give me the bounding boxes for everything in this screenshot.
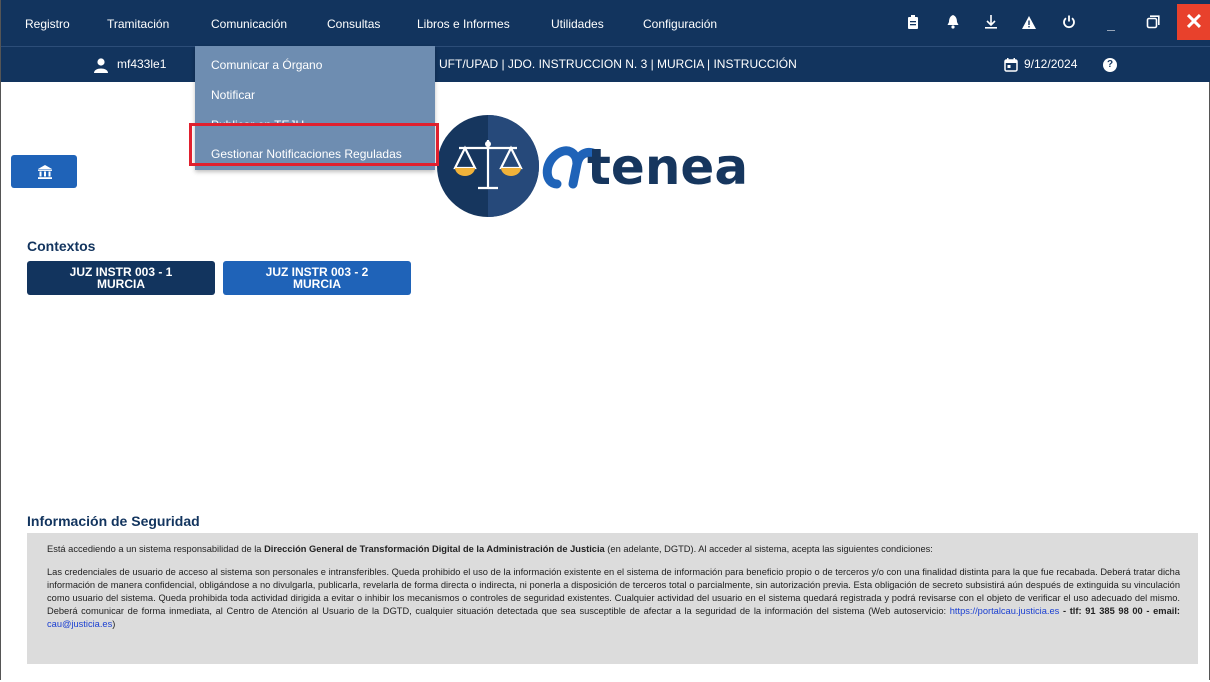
intro-post: (en adelante, DGTD). Al acceder al siste…: [604, 544, 933, 554]
context-button-1[interactable]: JUZ INSTR 003 - 1 MURCIA: [27, 261, 215, 295]
menu-item-comunicar-organo[interactable]: Comunicar a Órgano: [211, 58, 322, 72]
current-context: UFT/UPAD | JDO. INSTRUCCION N. 3 | MURCI…: [439, 57, 797, 71]
tlf-label: - tlf: 91 385 98 00 - email:: [1059, 606, 1180, 616]
security-notice: Está accediendo a un sistema responsabil…: [27, 533, 1198, 664]
security-body: Las credenciales de usuario de acceso al…: [47, 566, 1180, 631]
menu-configuracion[interactable]: Configuración: [643, 17, 717, 31]
portal-link[interactable]: https://portalcau.justicia.es: [950, 606, 1060, 616]
session-date: 9/12/2024: [1024, 57, 1078, 71]
context-button-2-line2: MURCIA: [293, 277, 341, 291]
intro-bold: Dirección General de Transformación Digi…: [264, 544, 605, 554]
security-title: Información de Seguridad: [27, 513, 200, 529]
clipboard-icon[interactable]: [903, 14, 923, 34]
menu-consultas[interactable]: Consultas: [327, 17, 380, 31]
menu-libros-informes[interactable]: Libros e Informes: [417, 17, 510, 31]
menu-comunicacion[interactable]: Comunicación: [211, 17, 287, 31]
power-icon[interactable]: [1059, 14, 1079, 34]
warning-icon[interactable]: [1019, 14, 1039, 34]
menu-tramitacion[interactable]: Tramitación: [107, 17, 169, 31]
user-name: mf433le1: [117, 57, 167, 71]
intro-pre: Está accediendo a un sistema responsabil…: [47, 544, 265, 554]
closing-paren: ): [112, 619, 116, 629]
logo-text: tenea: [587, 138, 748, 196]
context-button-2[interactable]: JUZ INSTR 003 - 2 MURCIA: [223, 261, 411, 295]
contexts-title: Contextos: [27, 238, 96, 254]
restore-icon[interactable]: [1143, 14, 1163, 34]
app-window: Registro Tramitación Comunicación Consul…: [0, 0, 1210, 680]
menu-registro[interactable]: Registro: [25, 17, 70, 31]
email-link[interactable]: cau@justicia.es: [47, 619, 112, 629]
download-icon[interactable]: [981, 14, 1001, 34]
institution-button[interactable]: [11, 155, 77, 188]
bell-icon[interactable]: [943, 14, 963, 34]
security-intro: Está accediendo a un sistema responsabil…: [47, 543, 1180, 556]
institution-icon: [38, 165, 52, 179]
header-bar: Registro Tramitación Comunicación Consul…: [1, 0, 1210, 82]
calendar-icon: [1004, 58, 1018, 72]
menu-utilidades[interactable]: Utilidades: [551, 17, 604, 31]
context-button-1-line2: MURCIA: [97, 277, 145, 291]
atenea-logo: tenea: [437, 114, 797, 218]
highlight-box: [189, 123, 439, 166]
user-icon: [93, 57, 109, 73]
minimize-icon[interactable]: _: [1101, 14, 1121, 34]
help-icon[interactable]: ?: [1103, 58, 1117, 72]
close-button[interactable]: ✕: [1177, 4, 1210, 40]
main-menu: Registro Tramitación Comunicación Consul…: [1, 0, 1210, 46]
user-info-bar: mf433le1 UFT/UPAD | JDO. INSTRUCCION N. …: [1, 47, 1210, 82]
menu-item-notificar[interactable]: Notificar: [211, 88, 255, 102]
